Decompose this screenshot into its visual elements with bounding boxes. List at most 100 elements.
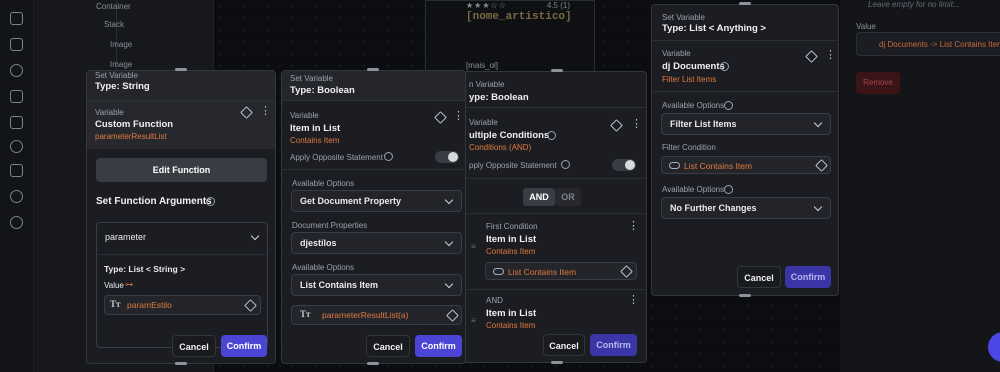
edit-icon[interactable] bbox=[620, 265, 633, 278]
tree-item-stack[interactable]: Stack bbox=[104, 20, 124, 29]
more-icon[interactable] bbox=[453, 109, 464, 122]
cancel-button[interactable]: Cancel bbox=[172, 335, 216, 357]
edit-icon[interactable] bbox=[815, 159, 828, 172]
rating-stars: ★★★☆☆ bbox=[466, 1, 507, 10]
more-icon[interactable] bbox=[631, 117, 642, 130]
chip-text: paramEstilo bbox=[127, 300, 172, 310]
header-label: Set Variable bbox=[662, 13, 705, 22]
opposite-statement-toggle[interactable] bbox=[435, 151, 459, 163]
more-icon[interactable] bbox=[825, 48, 836, 61]
more-icon[interactable] bbox=[628, 293, 639, 306]
or-segment[interactable]: OR bbox=[555, 188, 581, 206]
card-title: [nome_artistico] bbox=[466, 11, 572, 23]
cancel-button[interactable]: Cancel bbox=[543, 334, 585, 356]
variable-source-icon: ⊶ bbox=[125, 280, 133, 289]
document-properties-select[interactable]: djestilos bbox=[291, 232, 462, 254]
chevron-down-icon bbox=[813, 202, 823, 212]
edit-function-button[interactable]: Edit Function bbox=[96, 158, 267, 182]
nav-media-icon[interactable] bbox=[10, 90, 23, 103]
drag-handle[interactable] bbox=[739, 294, 751, 297]
confirm-button[interactable]: Confirm bbox=[221, 335, 267, 357]
left-nav-rail bbox=[0, 0, 34, 372]
condition-name-2: Item in List bbox=[486, 308, 537, 319]
select-value: List Contains Item bbox=[300, 280, 379, 290]
confirm-button[interactable]: Confirm bbox=[590, 334, 637, 356]
tree-item-container[interactable]: Container bbox=[96, 2, 131, 11]
toggle-icon bbox=[669, 162, 680, 169]
value-chip[interactable]: Tт paramEstilo bbox=[104, 295, 261, 315]
drag-grip-icon[interactable]: ≡ bbox=[471, 242, 476, 251]
drag-handle[interactable] bbox=[551, 69, 563, 72]
variable-name: Item in List bbox=[290, 123, 341, 134]
header-label: n Variable bbox=[469, 80, 505, 89]
tree-item-image-2[interactable]: Image bbox=[110, 60, 132, 69]
variable-source: Filter List Items bbox=[662, 75, 717, 84]
drag-handle[interactable] bbox=[739, 2, 751, 5]
value-chip[interactable]: Tт parameterResultList(a) bbox=[291, 305, 462, 325]
confirm-button[interactable]: Confirm bbox=[415, 335, 462, 357]
chevron-down-icon bbox=[444, 195, 454, 205]
drag-handle[interactable] bbox=[367, 362, 379, 365]
more-icon[interactable] bbox=[260, 104, 271, 117]
and-segment[interactable]: AND bbox=[523, 188, 555, 206]
card-tag: [mais_ol] bbox=[466, 61, 499, 70]
edit-icon[interactable] bbox=[446, 309, 459, 322]
filter-condition-label: Filter Condition bbox=[662, 143, 716, 152]
value-field[interactable]: dj Documents -> List Contains Item bbox=[856, 32, 1000, 56]
nav-pages-icon[interactable] bbox=[10, 12, 23, 25]
set-variable-dialog-boolean: Set Variable Type: Boolean Variable Item… bbox=[281, 70, 466, 364]
nav-text-icon[interactable] bbox=[10, 116, 23, 129]
nav-settings-icon[interactable] bbox=[10, 216, 23, 229]
header-label: Set Variable bbox=[290, 74, 333, 83]
edit-icon[interactable] bbox=[610, 119, 623, 132]
nav-api-icon[interactable] bbox=[10, 190, 23, 203]
chip-text: List Contains Item bbox=[508, 267, 577, 277]
condition-chip[interactable]: List Contains Item bbox=[485, 262, 637, 280]
available-options-select[interactable]: Filter List Items bbox=[661, 113, 831, 135]
available-options-label-2: Available Options bbox=[292, 263, 355, 272]
available-options-select-2[interactable]: List Contains Item bbox=[291, 274, 462, 296]
document-properties-label: Document Properties bbox=[292, 221, 368, 230]
cancel-button[interactable]: Cancel bbox=[366, 335, 410, 357]
variable-label: Variable bbox=[662, 49, 691, 58]
chip-text: parameterResultList(a) bbox=[322, 310, 409, 320]
header-type: ype: Boolean bbox=[469, 92, 529, 103]
drag-grip-icon[interactable]: ≡ bbox=[471, 316, 476, 325]
edit-icon[interactable] bbox=[244, 299, 257, 312]
available-options-label-2: Available Options bbox=[662, 185, 725, 194]
drag-handle[interactable] bbox=[175, 362, 187, 365]
drag-handle[interactable] bbox=[367, 68, 379, 71]
info-icon bbox=[206, 197, 215, 206]
drag-handle[interactable] bbox=[551, 361, 563, 364]
filter-condition-chip[interactable]: List Contains Item bbox=[661, 156, 831, 174]
cancel-button[interactable]: Cancel bbox=[737, 266, 781, 288]
confirm-button[interactable]: Confirm bbox=[785, 266, 831, 288]
drag-handle[interactable] bbox=[175, 68, 187, 71]
nav-components-icon[interactable] bbox=[10, 64, 23, 77]
remove-button[interactable]: Remove bbox=[856, 72, 900, 94]
nav-layers-icon[interactable] bbox=[10, 38, 23, 51]
set-function-arguments-title: Set Function Arguments bbox=[96, 196, 212, 207]
variable-name: Custom Function bbox=[95, 119, 174, 130]
parameter-select[interactable]: parameter bbox=[97, 223, 267, 253]
opposite-statement-toggle[interactable] bbox=[612, 159, 636, 171]
text-type-icon: Tт bbox=[300, 309, 311, 319]
tree-item-image[interactable]: Image bbox=[110, 40, 132, 49]
available-options-select-2[interactable]: No Further Changes bbox=[661, 197, 831, 219]
condition-label-2: AND bbox=[486, 296, 503, 305]
chevron-down-icon bbox=[444, 237, 454, 247]
available-options-select[interactable]: Get Document Property bbox=[291, 190, 462, 212]
more-icon[interactable] bbox=[628, 219, 639, 232]
nav-cloud-icon[interactable] bbox=[10, 140, 23, 153]
preview-card: ★★★☆☆ 4.5 (1) [nome_artistico] [mais_ol] bbox=[425, 0, 595, 80]
nav-check-icon[interactable] bbox=[10, 164, 23, 177]
edit-icon[interactable] bbox=[805, 50, 818, 63]
info-icon bbox=[561, 160, 570, 169]
variable-name: dj Documents bbox=[662, 61, 725, 72]
condition-source: Contains Item bbox=[486, 247, 536, 256]
variable-source: Conditions (AND) bbox=[469, 143, 532, 152]
variable-label: Variable bbox=[95, 108, 124, 117]
edit-icon[interactable] bbox=[434, 111, 447, 124]
chevron-down-icon bbox=[444, 279, 454, 289]
info-icon bbox=[720, 62, 729, 71]
